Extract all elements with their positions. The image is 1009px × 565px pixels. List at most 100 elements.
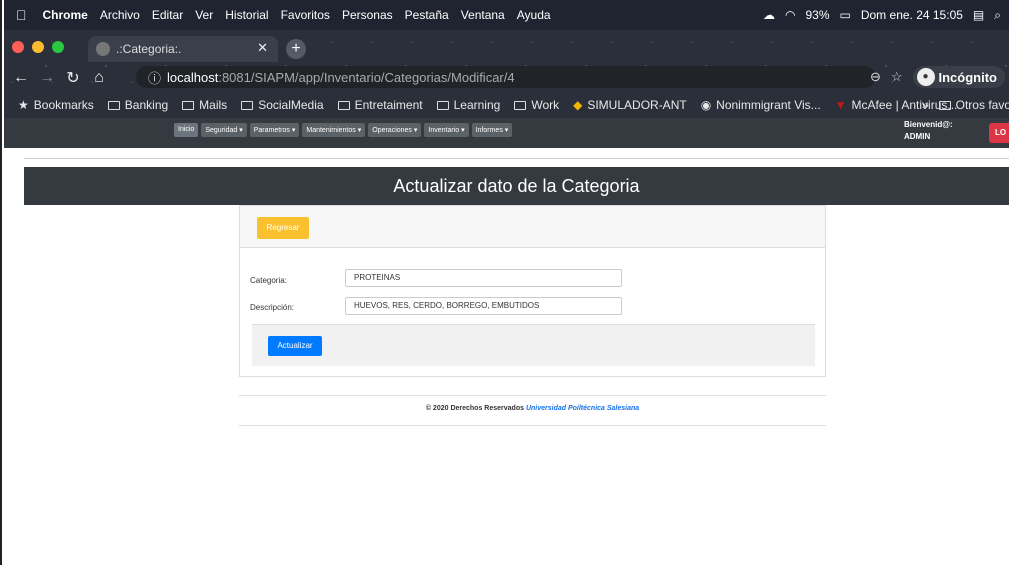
address-bar[interactable]: ⓘ localhost :8081/SIAPM/app/Inventario/C… (136, 66, 876, 88)
menu-archivo[interactable]: Archivo (100, 8, 140, 22)
back-button[interactable]: Regresar (257, 217, 309, 239)
clock[interactable]: Dom ene. 24 15:05 (861, 8, 963, 22)
new-tab-button[interactable]: + (286, 39, 306, 59)
footer-link[interactable]: Universidad Poiltécnica Salesiana (526, 405, 639, 412)
zoom-icon[interactable]: ⊖ (870, 69, 881, 85)
mcafee-icon: ▼ (834, 98, 847, 112)
categoria-field[interactable]: PROTEINAS (345, 269, 622, 287)
close-tab-icon[interactable]: ✕ (257, 40, 268, 56)
incognito-icon: ● (916, 68, 935, 86)
menu-editar[interactable]: Editar (152, 8, 183, 22)
edit-form-card: Regresar Categoria: PROTEINAS Descripció… (239, 205, 826, 377)
menu-historial[interactable]: Historial (225, 8, 268, 22)
tab-favicon-icon (96, 42, 110, 56)
spotlight-icon[interactable]: ⌕ (994, 8, 1001, 23)
menu-ayuda[interactable]: Ayuda (517, 8, 551, 22)
card-header: Regresar (240, 206, 825, 248)
bookmark-bookmarks[interactable]: ★ Bookmarks (18, 98, 94, 112)
apple-icon[interactable]:  (16, 7, 27, 23)
nav-inicio[interactable]: Inicio (174, 123, 199, 137)
nav-menu: Inicio Seguridad ▾ Parametros ▾ Mantenim… (174, 123, 513, 137)
username: ADMIN (904, 132, 931, 141)
folder-icon (436, 100, 449, 110)
footer-divider-top (239, 395, 826, 396)
tab-title: .:Categoria:. (116, 42, 182, 56)
bookmark-label: SIMULADOR-ANT (587, 98, 687, 112)
bookmark-entretaiment[interactable]: Entretaiment (337, 98, 423, 112)
url-path: :8081/SIAPM/app/Inventario/Categorias/Mo… (218, 69, 515, 85)
macos-menubar:  Chrome Archivo Editar Ver Historial Fa… (4, 0, 1009, 30)
toolbar-right: ⊖ ☆ ● Incógnito (870, 66, 1005, 88)
welcome-label: Bienvenid@: (904, 120, 953, 129)
info-icon[interactable]: ⓘ (148, 68, 161, 87)
incognito-label: Incógnito (938, 69, 998, 85)
menu-ver[interactable]: Ver (195, 8, 213, 22)
nav-inventario[interactable]: Inventario ▾ (424, 123, 469, 137)
bookmark-mails[interactable]: Mails (182, 98, 227, 112)
card-footer: Actualizar (252, 324, 815, 366)
screen:  Chrome Archivo Editar Ver Historial Fa… (0, 0, 1009, 565)
divider (24, 158, 1009, 159)
bookmark-nonimmigrant[interactable]: ◉ Nonimmigrant Vis... (701, 98, 821, 112)
url-host: localhost (167, 69, 219, 85)
bookmark-work[interactable]: Work (514, 98, 559, 112)
menu-chrome[interactable]: Chrome (43, 8, 88, 22)
window-controls (12, 41, 64, 53)
browser-tab[interactable]: .:Categoria:. ✕ (88, 36, 278, 62)
bookmark-label: Work (531, 98, 560, 112)
nav-seguridad[interactable]: Seguridad ▾ (201, 123, 247, 137)
other-bookmarks[interactable]: Otros favo (938, 98, 1009, 112)
battery-percent: 93% (805, 8, 830, 22)
close-window-icon[interactable] (12, 41, 24, 53)
bookmark-label: Bookmarks (33, 98, 94, 112)
bookmark-label: Banking (124, 98, 169, 112)
folder-icon (107, 100, 120, 110)
nav-informes[interactable]: Informes ▾ (471, 123, 513, 137)
menu-personas[interactable]: Personas (342, 8, 393, 22)
footer-divider-bottom (239, 425, 826, 426)
update-button[interactable]: Actualizar (268, 336, 322, 356)
home-icon[interactable]: ⌂ (90, 69, 108, 87)
star-icon[interactable]: ☆ (891, 69, 903, 85)
bookmark-simulador-ant[interactable]: ◆ SIMULADOR-ANT (573, 98, 687, 112)
footer-copyright: © 2020 Derechos Reservados (425, 405, 524, 412)
minimize-window-icon[interactable] (32, 41, 44, 53)
bookmark-label: Mails (199, 98, 228, 112)
cloud-icon[interactable]: ☁ (763, 8, 775, 22)
bookmark-banking[interactable]: Banking (107, 98, 169, 112)
maximize-window-icon[interactable] (52, 41, 64, 53)
descripcion-label: Descripción: (250, 303, 295, 312)
bookmark-label: Nonimmigrant Vis... (716, 98, 821, 112)
bookmark-label: Otros favo (955, 98, 1009, 112)
menu-favoritos[interactable]: Favoritos (281, 8, 330, 22)
bookmarks-bar: ★ Bookmarks Banking Mails SocialMedia Ent… (4, 94, 1009, 116)
nav-operaciones[interactable]: Operaciones ▾ (368, 123, 422, 137)
nav-mantenimientos[interactable]: Mantenimientos ▾ (302, 123, 366, 137)
back-arrow-icon[interactable]: ← (12, 69, 30, 87)
bookmarks-right: » Otros favo (922, 94, 1009, 116)
more-bookmarks-button[interactable]: » (922, 98, 929, 112)
incognito-button[interactable]: ● Incógnito (912, 66, 1005, 88)
folder-icon (938, 100, 951, 110)
star-icon: ★ (18, 98, 29, 112)
bookmark-learning[interactable]: Learning (436, 98, 501, 112)
nav-parametros[interactable]: Parametros ▾ (249, 123, 300, 137)
descripcion-field[interactable]: HUEVOS, RES, CERDO, BORREGO, EMBUTIDOS (345, 297, 622, 315)
address-row: ← → ↻ ⌂ ⓘ localhost :8081/SIAPM/app/Inve… (4, 64, 1009, 92)
simulador-icon: ◆ (573, 98, 583, 112)
logout-button[interactable]: LO (989, 123, 1009, 143)
site-navbar: Inicio Seguridad ▾ Parametros ▾ Mantenim… (4, 118, 1009, 148)
battery-icon[interactable]: ▭ (840, 8, 851, 22)
menu-ventana[interactable]: Ventana (461, 8, 505, 22)
bookmark-label: Learning (453, 98, 501, 112)
flag-icon[interactable]: ▤ (973, 8, 984, 22)
page-title: Actualizar dato de la Categoria (24, 167, 1009, 205)
forward-arrow-icon[interactable]: → (38, 69, 56, 87)
bookmark-label: SocialMedia (258, 98, 324, 112)
seal-icon: ◉ (700, 98, 712, 112)
reload-icon[interactable]: ↻ (64, 68, 82, 88)
menu-pestana[interactable]: Pestaña (405, 8, 449, 22)
folder-icon (514, 100, 527, 110)
bookmark-socialmedia[interactable]: SocialMedia (241, 98, 324, 112)
wifi-icon[interactable]: ◠ (785, 8, 795, 22)
